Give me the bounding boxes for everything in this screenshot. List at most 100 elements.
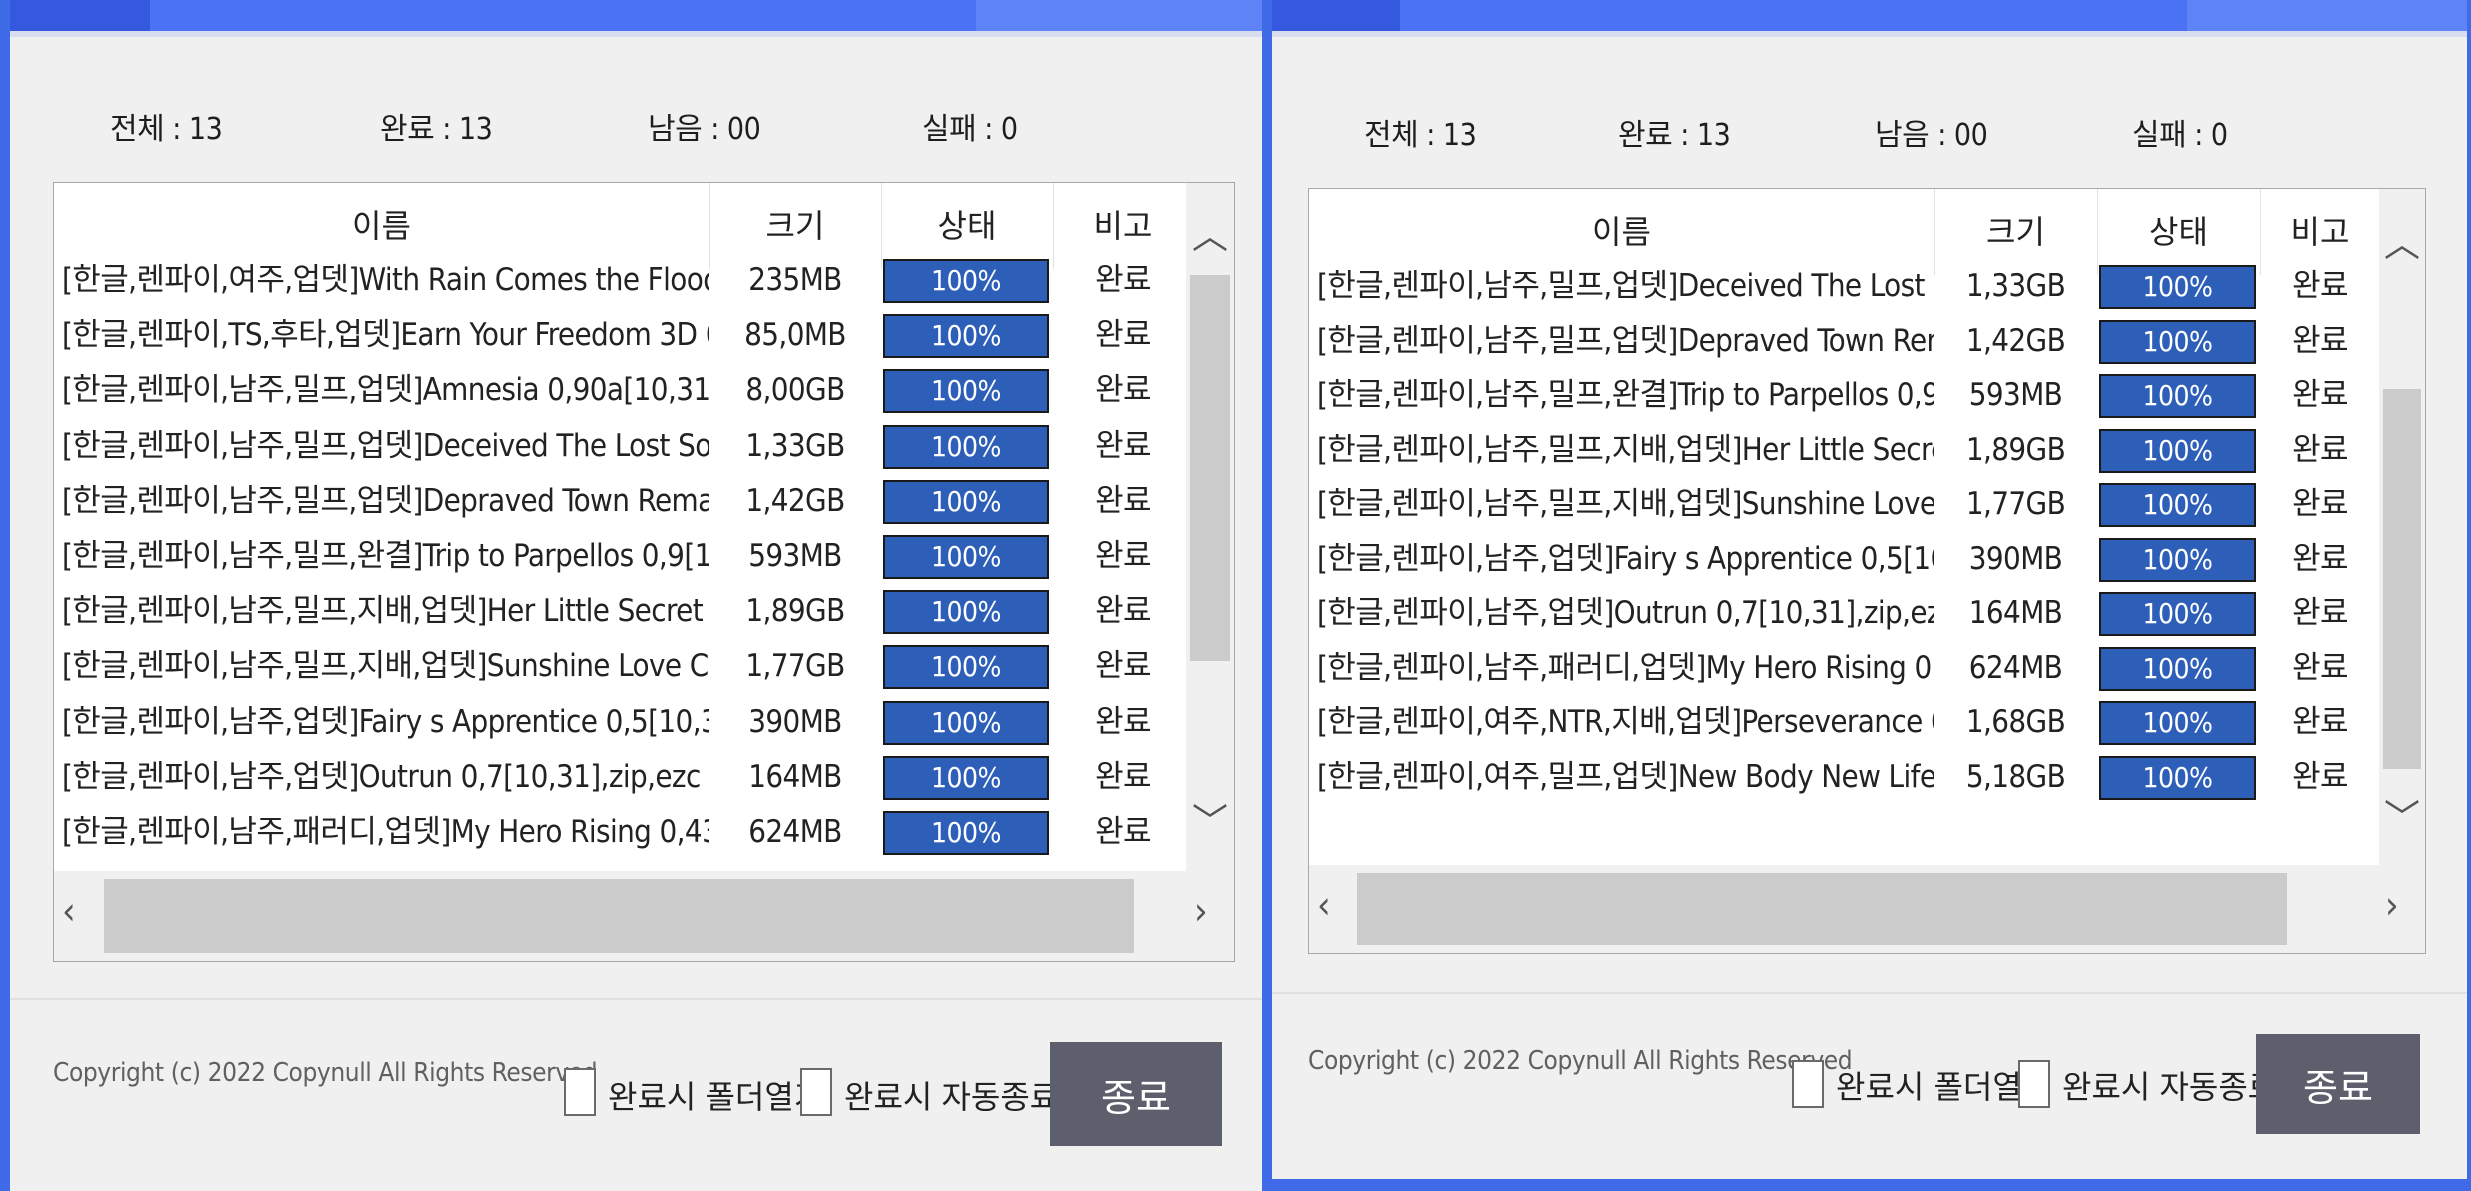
download-list[interactable]: 이름 크기 상태 비고 [한글,렌파이,여주,업뎃]With Rain Come… — [53, 182, 1235, 962]
progress-bar: 100% — [2099, 537, 2256, 582]
progress-bar: 100% — [883, 314, 1049, 359]
progress-bar: 100% — [2099, 701, 2256, 745]
row-size: 1,77GB — [745, 648, 845, 685]
row-note: 완료 — [1095, 317, 1151, 354]
table-row[interactable]: [한글,렌파이,남주,업뎃]Outrun 0,7[10,31],zip,ezc 1… — [1309, 588, 2379, 643]
open-folder-checkbox[interactable] — [1792, 1060, 1824, 1108]
progress-label: 100% — [2142, 379, 2213, 412]
progress-bar: 100% — [2099, 483, 2256, 527]
horizontal-scrollbar[interactable]: ‹ › — [54, 871, 1234, 961]
row-status: 100% — [2097, 261, 2260, 316]
row-size: 164MB — [1968, 595, 2063, 631]
exit-button[interactable]: 종료 — [2256, 1034, 2420, 1134]
vertical-scrollbar[interactable]: ︿ ﹀ — [1186, 183, 1234, 871]
progress-label: 100% — [930, 264, 1002, 297]
table-row[interactable]: [한글,렌파이,남주,밀프,완결]Trip to Parpellos 0,9[1… — [1309, 370, 2379, 425]
progress-bar: 100% — [883, 479, 1049, 524]
chevron-left-icon[interactable]: ‹ — [62, 889, 76, 933]
row-status: 100% — [2097, 534, 2260, 589]
row-size: 1,68GB — [1965, 704, 2066, 740]
progress-bar: 100% — [883, 590, 1049, 635]
table-row[interactable]: [한글,렌파이,남주,밀프,지배,업뎃]Her Little Secret 0,… — [1309, 425, 2379, 480]
table-row[interactable]: [한글,렌파이,TS,후타,업뎃]Earn Your Freedom 3D 0,… — [54, 310, 1186, 365]
table-row[interactable]: [한글,렌파이,여주,밀프,업뎃]New Body New Life Remak… — [1309, 752, 2379, 807]
chevron-up-icon[interactable]: ︿ — [1186, 207, 1234, 259]
row-name: [한글,렌파이,남주,밀프,완결]Trip to Parpellos 0,9[1… — [1317, 377, 1934, 413]
row-name: [한글,렌파이,여주,NTR,지배,업뎃]Perseverance 0,7[10… — [1317, 704, 1934, 740]
table-row[interactable]: [한글,렌파이,여주,NTR,지배,업뎃]Perseverance 0,7[10… — [1309, 697, 2379, 752]
row-status: 100% — [881, 310, 1053, 365]
stat-remaining: 남음 : 00 — [1875, 118, 1988, 153]
progress-label: 100% — [2142, 597, 2213, 630]
row-size: 1,33GB — [745, 427, 845, 464]
row-status: 100% — [881, 641, 1053, 696]
table-row[interactable]: [한글,렌파이,남주,밀프,업뎃]Depraved Town Remake 0,… — [1309, 316, 2379, 371]
table-row[interactable]: [한글,렌파이,남주,밀프,업뎃]Deceived The Lost Soul … — [54, 421, 1186, 476]
table-row[interactable]: [한글,렌파이,남주,밀프,완결]Trip to Parpellos 0,9[1… — [54, 531, 1186, 586]
progress-label: 100% — [930, 650, 1002, 684]
open-folder-checkbox[interactable] — [564, 1068, 596, 1116]
row-status: 100% — [881, 752, 1053, 807]
row-size: 8,00GB — [745, 372, 845, 409]
title-bar[interactable] — [1272, 0, 2467, 31]
exit-button[interactable]: 종료 — [1050, 1042, 1222, 1146]
table-row[interactable]: [한글,렌파이,남주,패러디,업뎃]My Hero Rising 0,43[10… — [54, 807, 1186, 862]
table-row[interactable]: [한글,렌파이,남주,업뎃]Outrun 0,7[10,31],zip,ezc 1… — [54, 752, 1186, 807]
title-bar[interactable] — [10, 0, 1262, 31]
progress-label: 100% — [930, 540, 1002, 573]
row-note: 완료 — [2292, 322, 2348, 359]
row-name: [한글,렌파이,남주,업뎃]Outrun 0,7[10,31],zip,ezc — [62, 758, 701, 795]
horizontal-scroll-thumb[interactable] — [1357, 873, 2287, 945]
progress-bar: 100% — [883, 535, 1049, 579]
progress-label: 100% — [930, 705, 1002, 739]
progress-label: 100% — [930, 595, 1002, 629]
auto-close-label[interactable]: 완료시 자동종료 — [844, 1072, 1059, 1118]
auto-close-label[interactable]: 완료시 자동종료 — [2062, 1062, 2277, 1108]
auto-close-checkbox[interactable] — [800, 1068, 832, 1116]
stat-done: 완료 : 13 — [380, 112, 493, 147]
vertical-scroll-thumb[interactable] — [2383, 389, 2421, 769]
row-status: 100% — [881, 807, 1053, 862]
row-name: [한글,렌파이,남주,밀프,업뎃]Depraved Town Remake 0,… — [62, 482, 709, 519]
table-row[interactable]: [한글,렌파이,남주,밀프,업뎃]Amnesia 0,90a[10,31],zi… — [54, 365, 1186, 420]
stat-remaining: 남음 : 00 — [648, 112, 761, 147]
row-size: 1,33GB — [1965, 268, 2066, 304]
vertical-scrollbar[interactable]: ︿ ﹀ — [2379, 189, 2425, 865]
chevron-down-icon[interactable]: ﹀ — [2379, 789, 2425, 841]
progress-label: 100% — [930, 816, 1002, 849]
horizontal-scrollbar[interactable]: ‹ › — [1309, 865, 2425, 953]
progress-bar: 100% — [2099, 319, 2256, 364]
row-size: 1,77GB — [1965, 486, 2066, 522]
table-row[interactable]: [한글,렌파이,남주,밀프,업뎃]Depraved Town Remake 0,… — [54, 476, 1186, 531]
auto-close-checkbox[interactable] — [2018, 1060, 2050, 1108]
row-status: 100% — [881, 531, 1053, 586]
row-name: [한글,렌파이,남주,밀프,지배,업뎃]Sunshine Love Ch,2 0… — [1317, 486, 1934, 522]
chevron-right-icon[interactable]: › — [1194, 889, 1208, 933]
row-name: [한글,렌파이,여주,업뎃]With Rain Comes the Flood … — [62, 262, 709, 298]
table-row[interactable]: [한글,렌파이,남주,밀프,지배,업뎃]Her Little Secret 0,… — [54, 586, 1186, 641]
table-row[interactable]: [한글,렌파이,남주,패러디,업뎃]My Hero Rising 0,43[10… — [1309, 643, 2379, 698]
horizontal-scroll-thumb[interactable] — [104, 879, 1134, 953]
chevron-right-icon[interactable]: › — [2385, 883, 2399, 927]
table-row[interactable]: [한글,렌파이,남주,밀프,지배,업뎃]Sunshine Love Ch,2 0… — [1309, 479, 2379, 534]
download-list[interactable]: 이름 크기 상태 비고 [한글,렌파이,남주,밀프,업뎃]Deceived Th… — [1308, 188, 2426, 954]
table-row[interactable]: [한글,렌파이,남주,밀프,업뎃]Deceived The Lost Soul … — [1309, 261, 2379, 316]
progress-label: 100% — [2142, 324, 2213, 358]
chevron-up-icon[interactable]: ︿ — [2379, 215, 2425, 267]
row-status: 100% — [2097, 643, 2260, 698]
table-row[interactable]: [한글,렌파이,여주,업뎃]With Rain Comes the Flood … — [54, 255, 1186, 310]
table-row[interactable]: [한글,렌파이,남주,업뎃]Fairy s Apprentice 0,5[10,… — [54, 697, 1186, 752]
chevron-down-icon[interactable]: ﹀ — [1186, 793, 1234, 845]
vertical-scroll-thumb[interactable] — [1190, 275, 1230, 661]
row-size: 5,18GB — [1965, 758, 2066, 795]
table-row[interactable]: [한글,렌파이,남주,밀프,지배,업뎃]Sunshine Love Ch,2 0… — [54, 641, 1186, 696]
progress-bar: 100% — [883, 369, 1049, 414]
row-size: 1,42GB — [745, 482, 845, 519]
table-row[interactable]: [한글,렌파이,남주,업뎃]Fairy s Apprentice 0,5[10,… — [1309, 534, 2379, 589]
open-folder-label[interactable]: 완료시 폴더열기 — [608, 1072, 823, 1118]
row-name: [한글,렌파이,남주,밀프,완결]Trip to Parpellos 0,9[1… — [62, 538, 709, 574]
progress-bar: 100% — [883, 645, 1049, 690]
progress-label: 100% — [2142, 651, 2213, 685]
stat-done: 완료 : 13 — [1618, 118, 1731, 153]
chevron-left-icon[interactable]: ‹ — [1317, 883, 1331, 927]
